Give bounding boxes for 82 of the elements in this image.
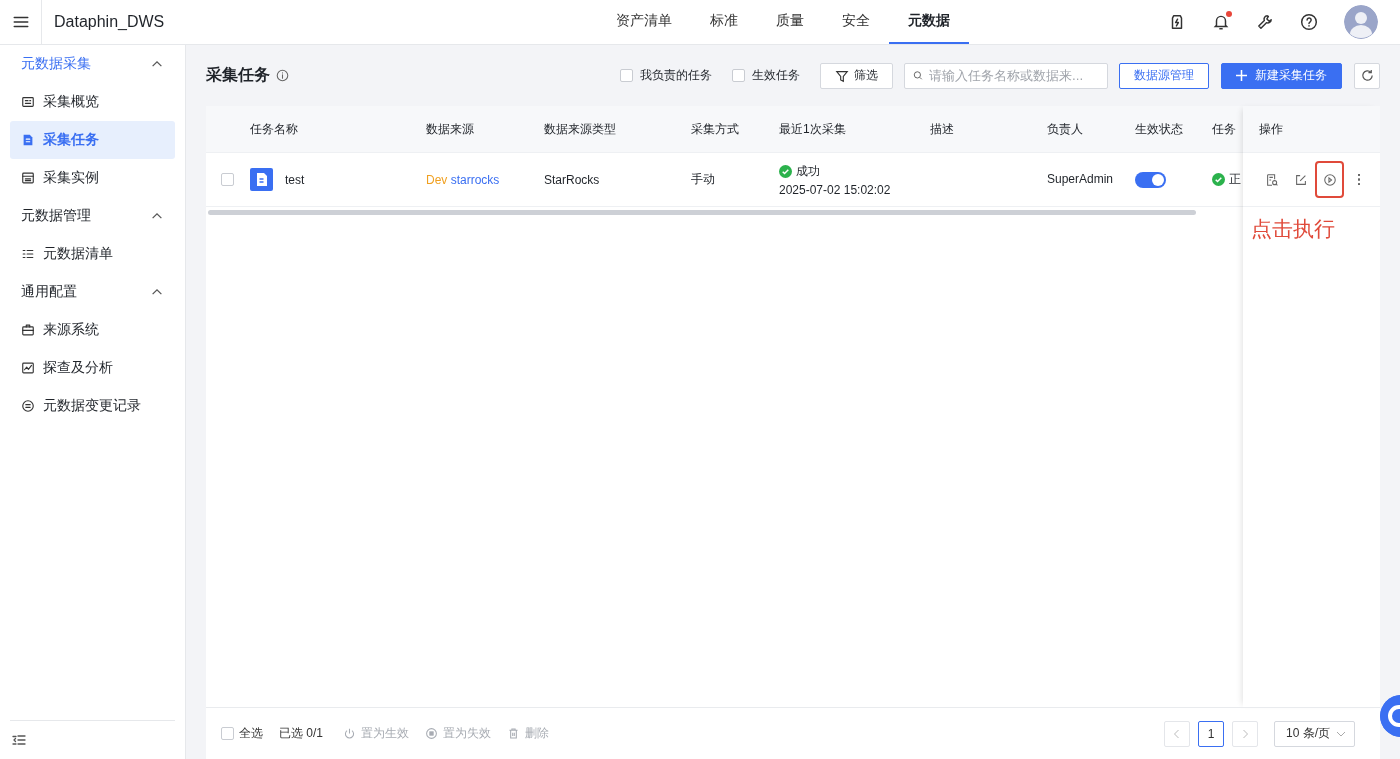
page-size-select[interactable]: 10 条/页 [1274, 720, 1355, 747]
bell-icon[interactable] [1212, 13, 1230, 31]
group-label: 通用配置 [21, 283, 77, 301]
task-name: test [285, 172, 305, 187]
checkbox[interactable] [221, 727, 234, 740]
nav-tab[interactable]: 元数据 [889, 0, 969, 44]
timestamp: 2025-07-02 15:02:02 [779, 182, 892, 197]
page-button[interactable]: 1 [1198, 720, 1224, 747]
refresh-icon [1359, 68, 1375, 83]
scrollbar[interactable] [208, 210, 1196, 215]
power-icon [343, 727, 356, 740]
column-header: 任务 [1212, 120, 1237, 138]
sidebar-item[interactable]: 元数据变更记录 [10, 387, 175, 425]
list-icon [21, 247, 35, 261]
filter-icon [835, 68, 849, 83]
nav-tab[interactable]: 资产清单 [597, 0, 691, 44]
column-header: 负责人 [1047, 120, 1084, 138]
row-checkbox[interactable] [221, 173, 234, 186]
checkbox[interactable] [732, 69, 745, 82]
collapse-icon[interactable] [11, 732, 27, 748]
nav-tab[interactable]: 标准 [691, 0, 757, 44]
table-cell: SuperAdmin [1047, 171, 1115, 188]
nav-tab[interactable]: 质量 [757, 0, 823, 44]
status-text: 成功 [796, 162, 820, 180]
stop-icon [425, 727, 438, 740]
filter-button[interactable]: 筛选 [820, 62, 893, 89]
wrench-icon[interactable] [1256, 13, 1274, 31]
column-header: 任务名称 [250, 120, 299, 138]
refresh-button[interactable] [1354, 62, 1380, 89]
info-icon [276, 69, 289, 82]
column-header: 数据来源 [426, 120, 475, 138]
trash-icon [507, 727, 520, 740]
more-icon [1357, 174, 1360, 185]
app-name: Dataphin_DWS [54, 13, 166, 31]
table-icon [21, 171, 35, 185]
column-header: 采集方式 [691, 120, 740, 138]
search-field[interactable]: 请输入任务名称或数据来... [904, 62, 1108, 89]
report-icon [1264, 172, 1279, 187]
filter-label: 我负责的任务 [640, 67, 712, 84]
select-all-label: 全选 [239, 725, 263, 742]
chevron-left-icon [1172, 728, 1182, 739]
nav-tab[interactable]: 安全 [823, 0, 889, 44]
avatar[interactable] [1344, 5, 1378, 39]
success-icon [1212, 173, 1225, 186]
manage-button[interactable]: 数据源管理 [1119, 62, 1209, 89]
column-header: 描述 [930, 120, 955, 138]
table-cell-text: 手动 [691, 171, 716, 188]
group-label: 元数据管理 [21, 207, 91, 225]
toggle-switch[interactable] [1135, 171, 1166, 188]
play-button[interactable] [1315, 161, 1344, 198]
create-button[interactable]: 新建采集任务 [1221, 62, 1342, 89]
document-icon [250, 168, 273, 191]
page-title: 采集任务 [206, 65, 270, 85]
edit-icon [1293, 172, 1308, 187]
sidebar-item[interactable]: 元数据清单 [10, 235, 175, 273]
document-icon [21, 133, 35, 147]
plus-icon [1236, 70, 1247, 81]
sidebar-item[interactable]: 采集实例 [10, 159, 175, 197]
success-icon [779, 164, 792, 178]
selected-count: 已选 0/1 [279, 725, 323, 742]
group-label: 元数据采集 [21, 55, 91, 73]
circle-lines-icon [21, 399, 35, 413]
checkbox[interactable] [620, 69, 633, 82]
annotation-text: 点击执行 [1250, 216, 1336, 242]
column-header: 数据来源类型 [544, 120, 617, 138]
chart-icon [21, 361, 35, 375]
briefcase-icon [21, 323, 35, 337]
column-header: 最近1次采集 [779, 120, 847, 138]
sidebar-item[interactable]: 来源系统 [10, 311, 175, 349]
column-header: 生效状态 [1135, 120, 1184, 138]
column-header: 操作 [1259, 120, 1283, 138]
filter-label: 生效任务 [752, 67, 800, 84]
data-source-link[interactable]: Dev starrocks [426, 172, 500, 187]
list-card-icon [21, 95, 35, 109]
chevron-right-icon [1240, 728, 1250, 739]
table-cell-text: StarRocks [544, 172, 601, 187]
sidebar-item[interactable]: 采集任务 [10, 121, 175, 159]
sidebar-item[interactable]: 采集概览 [10, 83, 175, 121]
play-icon [1322, 172, 1337, 187]
help-icon[interactable] [1300, 13, 1318, 31]
status-text: 正 [1229, 171, 1241, 188]
sidebar-item[interactable]: 探查及分析 [10, 349, 175, 387]
